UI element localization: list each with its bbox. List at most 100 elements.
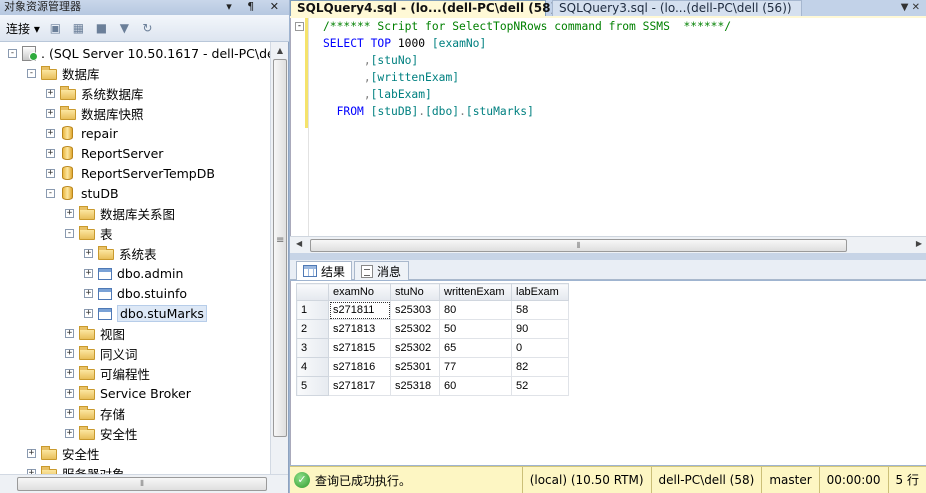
tree-node-label[interactable]: 服务器对象: [62, 464, 125, 475]
collapse-region-icon[interactable]: -: [295, 22, 304, 31]
expand-icon[interactable]: +: [65, 328, 74, 338]
grid-cell[interactable]: 82: [511, 357, 569, 377]
grid-cell[interactable]: 65: [439, 338, 512, 358]
tree-node-label[interactable]: 数据库快照: [81, 104, 144, 123]
grid-cell[interactable]: s25302: [390, 319, 440, 339]
column-header[interactable]: writtenExam: [439, 283, 512, 301]
tree-node[interactable]: + 服务器对象: [27, 463, 125, 474]
tree-node-label[interactable]: 视图: [100, 324, 125, 343]
tree-node-label[interactable]: 同义词: [100, 344, 138, 363]
expand-icon[interactable]: +: [46, 88, 55, 98]
grid-cell[interactable]: 77: [439, 357, 512, 377]
row-number[interactable]: 3: [296, 338, 329, 358]
scrollbar-thumb[interactable]: ⦀: [17, 477, 267, 491]
tree-node-label[interactable]: 系统表: [119, 244, 157, 263]
tree-node[interactable]: + 安全性: [27, 443, 100, 463]
row-number[interactable]: 4: [296, 357, 329, 377]
object-explorer-horizontal-scrollbar[interactable]: ⦀: [0, 474, 288, 493]
row-number-header[interactable]: [296, 283, 329, 301]
grid-cell[interactable]: 0: [511, 338, 569, 358]
tree-node[interactable]: + 数据库关系图: [65, 203, 175, 223]
grid-cell[interactable]: s25302: [390, 338, 440, 358]
expand-icon[interactable]: +: [46, 128, 55, 138]
tree-node[interactable]: + ReportServer: [46, 143, 163, 163]
expand-icon[interactable]: +: [84, 268, 93, 278]
grid-cell[interactable]: 50: [439, 319, 512, 339]
grid-cell[interactable]: s25301: [390, 357, 440, 377]
expand-icon[interactable]: +: [46, 148, 55, 158]
tree-node[interactable]: + 存储: [65, 403, 125, 423]
tree-node[interactable]: + dbo.stuinfo: [84, 283, 187, 303]
tree-node[interactable]: + 安全性: [65, 423, 138, 443]
grid-cell[interactable]: s271815: [328, 338, 391, 358]
grid-cell[interactable]: s271811: [328, 300, 391, 320]
tree-node-label[interactable]: ReportServerTempDB: [81, 166, 215, 181]
grid-cell[interactable]: s271817: [328, 376, 391, 396]
tree-node[interactable]: + 系统数据库: [46, 83, 144, 103]
tree-node[interactable]: + 系统表: [84, 243, 157, 263]
tree-node[interactable]: + dbo.stuMarks: [84, 303, 207, 323]
tab-window-controls[interactable]: ▼ ✕: [901, 0, 920, 15]
column-header[interactable]: labExam: [511, 283, 569, 301]
collapse-icon[interactable]: -: [27, 68, 36, 78]
refresh-icon[interactable]: ↻: [140, 21, 155, 36]
table-row[interactable]: 3 s271815 s25302 65 0: [296, 338, 569, 358]
tree-node[interactable]: - . (SQL Server 10.50.1617 - dell-PC\dell: [8, 43, 270, 63]
scroll-up-arrow-icon[interactable]: ▲: [271, 42, 289, 59]
tree-node-label[interactable]: stuDB: [81, 186, 119, 201]
expand-icon[interactable]: +: [46, 168, 55, 178]
grid-cell[interactable]: 80: [439, 300, 512, 320]
table-row[interactable]: 5 s271817 s25318 60 52: [296, 376, 569, 396]
expand-icon[interactable]: +: [65, 408, 74, 418]
tree-node-label[interactable]: dbo.admin: [117, 266, 183, 281]
new-connection-icon[interactable]: ▣: [48, 21, 63, 36]
tab-results[interactable]: 结果: [296, 261, 352, 280]
results-splitter[interactable]: [290, 253, 926, 260]
column-header[interactable]: examNo: [328, 283, 391, 301]
grid-cell[interactable]: s25318: [390, 376, 440, 396]
grid-cell[interactable]: s271813: [328, 319, 391, 339]
row-number[interactable]: 5: [296, 376, 329, 396]
expand-icon[interactable]: +: [46, 108, 55, 118]
expand-icon[interactable]: +: [65, 368, 74, 378]
tree-node[interactable]: - stuDB: [46, 183, 119, 203]
tree-node-label[interactable]: dbo.stuinfo: [117, 286, 187, 301]
table-row[interactable]: 1 s271811 s25303 80 58: [296, 300, 569, 320]
tree-node-label[interactable]: 安全性: [62, 444, 100, 463]
collapse-icon[interactable]: -: [46, 188, 55, 198]
tree-node-label[interactable]: Service Broker: [100, 386, 191, 401]
expand-icon[interactable]: +: [84, 248, 93, 258]
tree-node-label[interactable]: 数据库关系图: [100, 204, 175, 223]
tab-sqlquery4[interactable]: SQLQuery4.sql - (lo...(dell-PC\dell (58)…: [290, 0, 561, 16]
grid-cell[interactable]: s271816: [328, 357, 391, 377]
grid-cell[interactable]: s25303: [390, 300, 440, 320]
tree-node[interactable]: + Service Broker: [65, 383, 191, 403]
expand-icon[interactable]: +: [84, 288, 93, 298]
expand-icon[interactable]: +: [65, 348, 74, 358]
tree-node[interactable]: + 数据库快照: [46, 103, 144, 123]
expand-icon[interactable]: +: [27, 448, 36, 458]
panel-controls[interactable]: ▾ ¶ ✕: [226, 0, 285, 14]
tree-node-label[interactable]: 安全性: [100, 424, 138, 443]
scrollbar-thumb[interactable]: ⦀: [310, 239, 847, 252]
filter-icon[interactable]: ▼: [117, 21, 132, 36]
tree-node-label[interactable]: 表: [100, 224, 113, 243]
expand-icon[interactable]: +: [84, 308, 93, 318]
tree-node-label[interactable]: dbo.stuMarks: [117, 304, 207, 322]
sql-code[interactable]: /****** Script for SelectTopNRows comman…: [323, 18, 731, 120]
disconnect-icon[interactable]: ▦: [71, 21, 86, 36]
expand-icon[interactable]: +: [65, 208, 74, 218]
connect-dropdown-button[interactable]: 连接 ▾: [6, 20, 40, 37]
tree-node[interactable]: + repair: [46, 123, 118, 143]
tree-node[interactable]: + ReportServerTempDB: [46, 163, 215, 183]
table-row[interactable]: 4 s271816 s25301 77 82: [296, 357, 569, 377]
tree-node[interactable]: + 可编程性: [65, 363, 150, 383]
tree-node-label[interactable]: . (SQL Server 10.50.1617 - dell-PC\dell: [41, 46, 270, 61]
collapse-icon[interactable]: -: [65, 228, 74, 238]
stop-icon[interactable]: ■: [94, 21, 109, 36]
tree-node[interactable]: + dbo.admin: [84, 263, 183, 283]
expand-icon[interactable]: +: [65, 428, 74, 438]
grid-cell[interactable]: 58: [511, 300, 569, 320]
tree-node[interactable]: + 同义词: [65, 343, 138, 363]
row-number[interactable]: 2: [296, 319, 329, 339]
